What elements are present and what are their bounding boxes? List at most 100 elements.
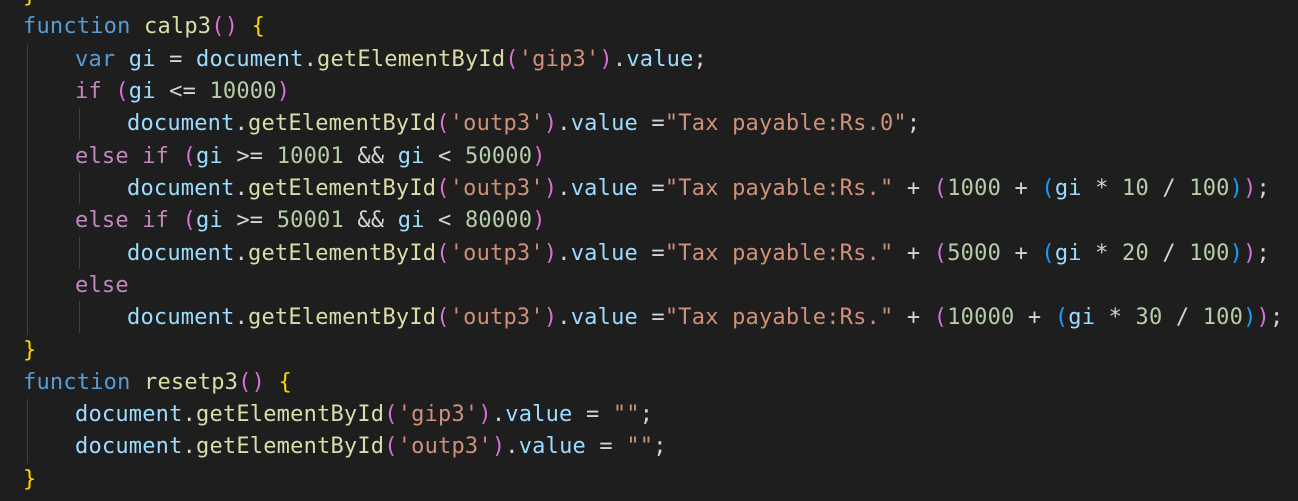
code-token: ) [532,208,546,233]
code-token: 'outp3' [449,305,544,330]
code-token: ) [543,111,558,136]
code-token: . [557,241,571,266]
code-token: ) [543,305,558,330]
code-token: . [303,47,318,72]
code-line[interactable]: document.getElementById('outp3').value =… [75,431,667,463]
code-token: ( [1041,241,1055,266]
code-token: = [637,241,665,266]
code-token: + [893,176,934,201]
code-token: } [23,0,36,8]
code-token: ( [182,144,197,169]
code-token: gi [1068,305,1096,330]
indent-guide [79,172,80,204]
code-token: value [626,47,694,72]
code-line[interactable]: function resetp3() { [23,367,292,399]
code-token: if [75,79,102,104]
code-token: = [637,305,665,330]
code-token: / [1162,305,1203,330]
code-line[interactable]: else [75,270,129,302]
code-token: "Tax payable:Rs." [664,305,894,330]
code-token: ) [543,241,558,266]
code-token: 10001 [276,144,344,169]
code-token: getElementById [317,47,506,72]
code-token: "Tax payable:Rs." [664,176,894,201]
code-token: * [1095,305,1136,330]
code-token: 30 [1135,305,1163,330]
code-token: ; [639,402,654,427]
code-token: + [893,305,934,330]
code-token: 10000 [947,305,1015,330]
code-token: getElementById [248,111,437,136]
code-token: 20 [1122,241,1149,266]
code-token: ; [1269,305,1284,330]
code-token: . [234,111,249,136]
code-token: ( [933,176,948,201]
code-token: 10 [1122,176,1149,201]
code-token: < [424,144,465,169]
code-token: gi [397,208,425,233]
code-token: if [142,144,170,169]
code-token: "" [626,434,654,459]
code-token: ) [1229,241,1244,266]
code-token: / [1148,241,1190,266]
code-token: ; [1256,241,1270,266]
code-token: 'outp3' [449,241,544,266]
code-token: value [570,241,638,266]
code-line[interactable]: else if (gi >= 10001 && gi < 50000) [75,141,546,173]
code-token: value [505,402,573,427]
code-line[interactable]: document.getElementById('outp3').value =… [127,238,1270,270]
code-token: 'gip3' [518,47,600,72]
code-token: ( [384,434,398,459]
code-token: resetp3 [144,370,239,395]
code-token: ) [276,79,291,104]
code-editor[interactable]: } function calp3() { var gi = document.g… [0,0,1298,501]
code-line[interactable]: document.getElementById('outp3').value =… [127,108,920,140]
code-token: ) [1243,305,1257,330]
code-token: 'outp3' [397,434,492,459]
code-token: . [557,176,571,201]
code-token: ) [543,176,558,201]
code-token: ; [906,111,921,136]
indent-guide [27,44,28,335]
code-line[interactable]: if (gi <= 10000) [75,76,290,108]
code-token: ) [478,402,492,427]
code-token: 'outp3' [449,176,544,201]
code-token: ) [1256,305,1270,330]
code-line[interactable]: document.getElementById('gip3').value = … [75,399,653,431]
code-token: + [1001,241,1042,266]
code-token: if [142,208,170,233]
code-line[interactable]: } [23,335,36,367]
code-token: } [23,338,37,363]
code-line[interactable]: } [23,464,36,496]
code-line[interactable]: var gi = document.getElementById('gip3')… [75,44,707,76]
code-line[interactable]: document.getElementById('outp3').value =… [127,302,1283,334]
code-line[interactable]: function calp3() { [23,11,265,43]
code-token: 50000 [464,144,533,169]
code-token: gi [196,144,223,169]
code-line[interactable]: else if (gi >= 50001 && gi < 80000) [75,205,546,237]
code-token: . [234,241,249,266]
code-token: "Tax payable:Rs.0" [664,111,907,136]
code-token: "Tax payable:Rs." [664,241,894,266]
code-token: ) [532,144,546,169]
code-token: ( [933,241,948,266]
code-token: () [211,14,239,39]
code-token: ( [1041,176,1055,201]
code-token: var [75,47,116,72]
code-token: { [251,14,266,39]
code-token: ; [653,434,667,459]
code-token: . [612,47,627,72]
code-token: document [127,111,235,136]
code-token: { [278,370,292,395]
code-token: . [505,434,519,459]
code-token: 10000 [209,79,277,104]
code-token: gi [1054,241,1082,266]
code-token: ( [436,305,450,330]
code-token: else [75,273,129,298]
code-line[interactable]: document.getElementById('outp3').value =… [127,173,1270,205]
